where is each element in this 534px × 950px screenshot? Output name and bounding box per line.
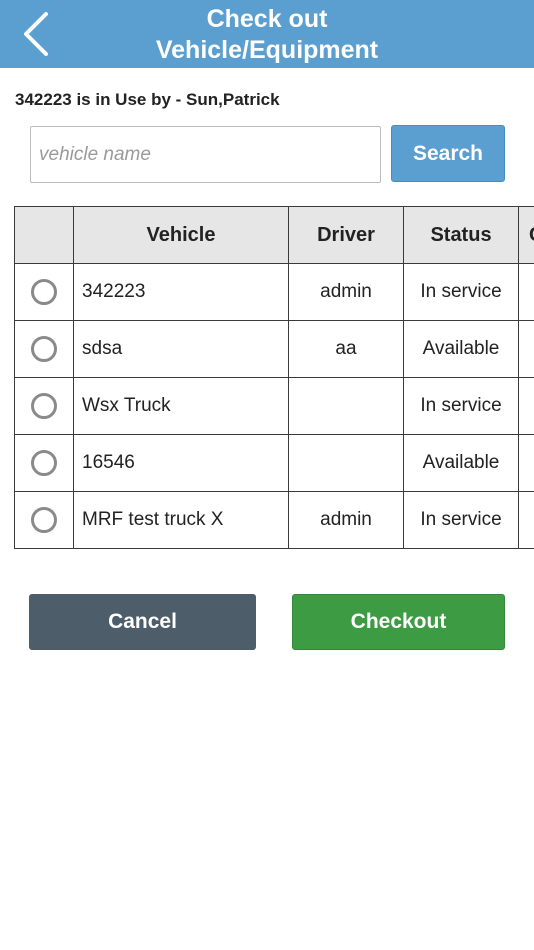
truncated-cell <box>518 320 534 378</box>
vehicle-cell: 342223 <box>73 263 289 321</box>
driver-cell <box>288 434 404 492</box>
table-header-row: Vehicle Driver Status C <box>14 206 534 264</box>
vehicle-in-use-message: 342223 is in Use by - Sun,Patrick <box>15 90 280 109</box>
checkout-button[interactable]: Checkout <box>292 594 505 650</box>
status-cell: In service <box>403 263 519 321</box>
row-select-cell[interactable] <box>14 491 74 549</box>
column-header-vehicle: Vehicle <box>73 206 289 264</box>
radio-button[interactable] <box>31 393 57 419</box>
truncated-cell <box>518 491 534 549</box>
column-header-truncated: C <box>518 206 534 264</box>
status-cell: Available <box>403 434 519 492</box>
table-row[interactable]: Wsx Truck In service <box>14 377 534 435</box>
row-select-cell[interactable] <box>14 263 74 321</box>
status-cell: Available <box>403 320 519 378</box>
row-select-cell[interactable] <box>14 377 74 435</box>
radio-button[interactable] <box>31 336 57 362</box>
truncated-cell <box>518 377 534 435</box>
back-button[interactable] <box>14 8 62 60</box>
column-header-select <box>14 206 74 264</box>
app-header: Check out Vehicle/Equipment <box>0 0 534 68</box>
vehicle-search-input[interactable] <box>30 126 381 183</box>
driver-cell <box>288 377 404 435</box>
vehicle-cell: 16546 <box>73 434 289 492</box>
page-title-line1: Check out <box>206 5 328 33</box>
truncated-cell <box>518 263 534 321</box>
cancel-button[interactable]: Cancel <box>29 594 256 650</box>
vehicle-cell: sdsa <box>73 320 289 378</box>
row-select-cell[interactable] <box>14 434 74 492</box>
driver-cell: admin <box>288 491 404 549</box>
search-button[interactable]: Search <box>391 125 505 182</box>
chevron-left-icon <box>24 12 48 56</box>
driver-cell: aa <box>288 320 404 378</box>
vehicle-cell: MRF test truck X <box>73 491 289 549</box>
radio-button[interactable] <box>31 279 57 305</box>
status-cell: In service <box>403 491 519 549</box>
table-row[interactable]: MRF test truck X admin In service <box>14 491 534 549</box>
column-header-driver: Driver <box>288 206 404 264</box>
truncated-cell <box>518 434 534 492</box>
status-cell: In service <box>403 377 519 435</box>
radio-button[interactable] <box>31 450 57 476</box>
table-row[interactable]: 342223 admin In service <box>14 263 534 321</box>
vehicle-cell: Wsx Truck <box>73 377 289 435</box>
page-title: Check out Vehicle/Equipment <box>80 4 454 66</box>
driver-cell: admin <box>288 263 404 321</box>
table-row[interactable]: sdsa aa Available <box>14 320 534 378</box>
radio-button[interactable] <box>31 507 57 533</box>
row-select-cell[interactable] <box>14 320 74 378</box>
table-row[interactable]: 16546 Available <box>14 434 534 492</box>
page-title-line2: Vehicle/Equipment <box>155 36 379 64</box>
vehicle-table: Vehicle Driver Status C 342223 admin In … <box>14 206 534 549</box>
column-header-status: Status <box>403 206 519 264</box>
